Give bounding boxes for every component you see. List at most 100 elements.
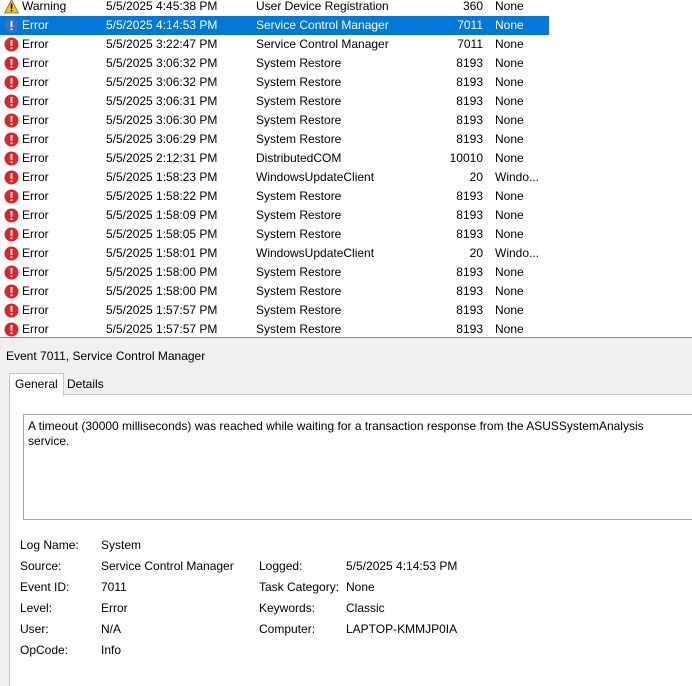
event-date: 5/5/2025 3:06:29 PM [106,132,218,146]
keywords-label: Keywords: [259,601,316,615]
event-source: System Restore [256,265,342,279]
tab-details[interactable]: Details [62,374,109,394]
event-row[interactable]: Error 5/5/2025 3:22:47 PM Service Control … [0,35,549,54]
event-task-category: None [495,151,524,165]
event-row[interactable]: Error 5/5/2025 2:12:31 PM DistributedCOM 10… [0,149,549,168]
event-source: System Restore [256,75,342,89]
event-row[interactable]: Error 5/5/2025 1:58:23 PM WindowsUpdateCli… [0,168,549,187]
pane-splitter[interactable] [0,337,692,345]
source-value: Service Control Manager [101,559,234,573]
event-date: 5/5/2025 3:06:31 PM [106,94,218,108]
event-detail-title: Event 7011, Service Control Manager [6,349,206,363]
event-level: Error [22,94,49,108]
event-source: System Restore [256,322,342,336]
keywords-value: Classic [346,601,385,615]
event-row[interactable]: Error 5/5/2025 3:06:31 PM System Restore 81… [0,92,549,111]
event-id: 20 [469,170,483,184]
event-row[interactable]: Error 5/5/2025 3:06:32 PM System Restore 81… [0,73,549,92]
event-task-category: None [495,37,524,51]
event-date: 5/5/2025 1:58:00 PM [106,265,218,279]
event-level: Error [22,284,49,298]
error-icon [4,37,19,52]
opcode-label: OpCode: [20,643,69,657]
error-icon [4,246,19,261]
error-icon [4,94,19,109]
event-level: Warning [22,0,67,13]
event-row[interactable]: Warning 5/5/2025 4:45:38 PM User Device Re… [0,0,549,16]
error-icon [4,284,19,299]
event-id: 7011 [457,37,483,51]
logged-label: Logged: [259,559,303,573]
event-level: Error [22,208,49,222]
event-row[interactable]: Error 5/5/2025 3:06:30 PM System Restore 81… [0,111,549,130]
error-icon [4,113,19,128]
error-icon [4,151,19,166]
event-list[interactable]: Warning 5/5/2025 4:45:38 PM User Device Re… [0,0,692,337]
event-date: 5/5/2025 1:58:09 PM [106,208,218,222]
event-row[interactable]: Error 5/5/2025 1:58:00 PM System Restore 81… [0,282,549,301]
event-id: 8193 [456,94,483,108]
event-id: 8193 [456,265,483,279]
event-row[interactable]: Error 5/5/2025 4:14:53 PM Service Control … [0,16,549,35]
event-task-category: Windo... [495,246,540,260]
event-task-category: None [495,94,524,108]
event-date: 5/5/2025 2:12:31 PM [106,151,218,165]
event-level: Error [22,151,49,165]
event-row[interactable]: Error 5/5/2025 1:58:09 PM System Restore 81… [0,206,549,225]
event-date: 5/5/2025 1:57:57 PM [106,303,218,317]
event-level: Error [22,37,49,51]
event-id: 8193 [456,189,483,203]
event-task-category: None [495,56,524,70]
event-id: 8193 [456,132,483,146]
event-source: System Restore [256,132,342,146]
error-icon [4,322,19,337]
event-task-category: None [495,284,524,298]
event-level: Error [22,75,49,89]
event-id: 8193 [456,322,483,336]
event-source: System Restore [256,227,342,241]
event-level: Error [22,18,49,32]
error-icon [4,56,19,71]
event-date: 5/5/2025 3:22:47 PM [106,37,218,51]
error-icon [4,208,19,223]
event-id: 10010 [449,151,483,165]
error-icon [4,189,19,204]
event-date: 5/5/2025 1:58:01 PM [106,246,218,260]
event-source: System Restore [256,208,342,222]
event-id: 7011 [457,18,483,32]
event-id: 8193 [456,113,483,127]
event-row[interactable]: Error 5/5/2025 1:58:00 PM System Restore 81… [0,263,549,282]
event-date: 5/5/2025 3:06:30 PM [106,113,218,127]
event-source: System Restore [256,113,342,127]
event-description-box[interactable]: A timeout (30000 milliseconds) was reach… [23,414,692,520]
event-row[interactable]: Error 5/5/2025 3:06:32 PM System Restore 81… [0,54,549,73]
error-icon [4,303,19,318]
event-row[interactable]: Error 5/5/2025 1:57:57 PM System Restore 81… [0,301,549,320]
event-task-category: None [495,189,524,203]
logged-value: 5/5/2025 4:14:53 PM [346,559,458,573]
tab-general[interactable]: General [9,373,64,396]
computer-value: LAPTOP-KMMJP0IA [346,622,458,636]
event-source: WindowsUpdateClient [256,170,375,184]
level-label: Level: [20,601,53,615]
event-row[interactable]: Error 5/5/2025 1:58:05 PM System Restore 81… [0,225,549,244]
event-row[interactable]: Error 5/5/2025 1:58:01 PM WindowsUpdateCli… [0,244,549,263]
event-task-category: None [495,132,524,146]
event-row[interactable]: Error 5/5/2025 3:06:29 PM System Restore 81… [0,130,549,149]
event-date: 5/5/2025 1:58:05 PM [106,227,218,241]
event-task-category: None [495,0,524,13]
event-source: DistributedCOM [256,151,342,165]
event-level: Error [22,132,49,146]
source-label: Source: [20,559,62,573]
event-source: System Restore [256,56,342,70]
general-tab-panel: A timeout (30000 milliseconds) was reach… [9,394,692,686]
event-row[interactable]: Error 5/5/2025 1:57:57 PM System Restore 81… [0,320,549,337]
event-source: System Restore [256,189,342,203]
computer-label: Computer: [259,622,316,636]
user-label: User: [20,622,49,636]
event-level: Error [22,113,49,127]
event-level: Error [22,227,49,241]
event-row[interactable]: Error 5/5/2025 1:58:22 PM System Restore 81… [0,187,549,206]
event-source: Service Control Manager [256,37,389,51]
task-category-value: None [346,580,375,594]
